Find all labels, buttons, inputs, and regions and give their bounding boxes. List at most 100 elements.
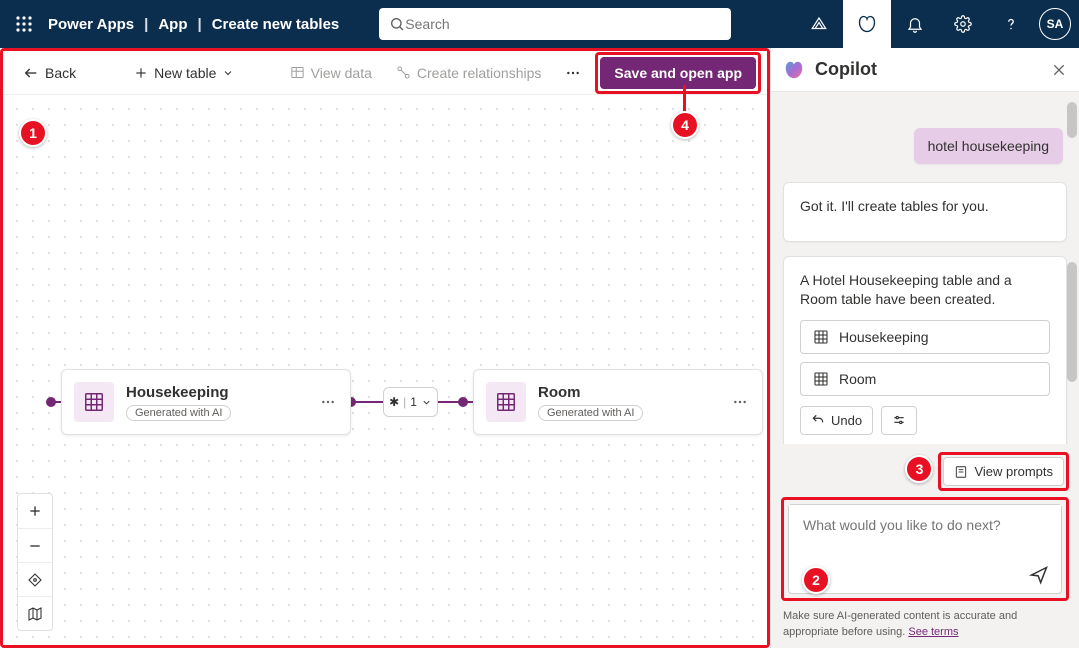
chip-label: Room [839, 371, 876, 387]
view-prompts-highlight: 3 View prompts [938, 452, 1069, 491]
copilot-logo-icon [783, 59, 805, 81]
plus-icon [27, 503, 43, 519]
undo-icon [811, 413, 825, 427]
ai-generated-badge: Generated with AI [538, 405, 643, 421]
save-and-open-app-button[interactable]: Save and open app [600, 57, 756, 89]
scrollbar[interactable] [1065, 92, 1079, 444]
table-card-room[interactable]: Room Generated with AI [473, 369, 763, 435]
bell-icon [906, 15, 924, 33]
prompt-input[interactable] [789, 505, 1061, 557]
callout-3: 3 [905, 455, 933, 483]
more-icon [732, 394, 748, 410]
grid-icon [495, 391, 517, 413]
canvas-area: 1 4 Back New table View data Create rela [0, 48, 770, 648]
table-card-more-button[interactable] [728, 390, 752, 414]
copilot-title: Copilot [815, 59, 1041, 80]
app-header: Power Apps | App | Create new tables SA [0, 0, 1079, 48]
grid-icon [813, 329, 829, 345]
create-relationships-button: Create relationships [386, 59, 552, 87]
suggested-table-room[interactable]: Room [800, 362, 1050, 396]
callout-4: 4 [671, 111, 699, 139]
search-icon [389, 16, 405, 32]
zoom-in-button[interactable] [18, 494, 52, 528]
relationship-pill[interactable]: ✱ | 1 [383, 387, 438, 417]
table-card-title: Housekeeping [126, 384, 304, 401]
copilot-toggle-button[interactable] [843, 0, 891, 48]
prompt-book-icon [954, 465, 968, 479]
user-avatar[interactable]: SA [1039, 8, 1071, 40]
environment-button[interactable] [795, 0, 843, 48]
undo-label: Undo [831, 413, 862, 428]
breadcrumb-app[interactable]: App [158, 16, 187, 33]
chevron-down-icon [222, 67, 234, 79]
copilot-footer: 3 View prompts 2 Make sure AI-genera [771, 444, 1079, 648]
more-icon [320, 394, 336, 410]
table-card-icon [486, 382, 526, 422]
save-open-highlight: Save and open app [595, 52, 761, 94]
send-button[interactable] [1017, 557, 1061, 593]
callout-1: 1 [19, 119, 47, 147]
view-data-label: View data [311, 65, 372, 81]
ai-disclaimer: Make sure AI-generated content is accura… [781, 607, 1069, 640]
disclaimer-text: Make sure AI-generated content is accura… [783, 610, 1017, 637]
create-rel-label: Create relationships [417, 65, 542, 81]
one-symbol: 1 [410, 395, 417, 409]
copilot-header: Copilot [771, 48, 1079, 92]
canvas-body[interactable]: Housekeeping Generated with AI ✱ | 1 [3, 95, 767, 645]
minimap-button[interactable] [18, 596, 52, 630]
many-symbol: ✱ [389, 395, 399, 409]
global-search[interactable] [379, 8, 731, 40]
waffle-icon [16, 16, 32, 32]
sliders-icon [892, 413, 906, 427]
help-icon [1002, 15, 1020, 33]
notifications-button[interactable] [891, 0, 939, 48]
table-card-more-button[interactable] [316, 390, 340, 414]
minus-icon [27, 538, 43, 554]
breadcrumb-page[interactable]: Create new tables [212, 16, 340, 33]
zoom-out-button[interactable] [18, 528, 52, 562]
grid-icon [813, 371, 829, 387]
arrow-left-icon [23, 65, 39, 81]
bot-message: Got it. I'll create tables for you. [783, 182, 1067, 242]
fit-view-button[interactable] [18, 562, 52, 596]
environment-icon [810, 15, 828, 33]
chevron-down-icon [421, 397, 432, 408]
undo-button[interactable]: Undo [800, 406, 873, 435]
breadcrumb-sep: | [144, 16, 148, 33]
scrollbar-thumb[interactable] [1067, 262, 1077, 382]
app-launcher-button[interactable] [0, 0, 48, 48]
plus-icon [134, 66, 148, 80]
copilot-icon [857, 14, 877, 34]
copilot-close-button[interactable] [1051, 62, 1067, 78]
table-card-icon [74, 382, 114, 422]
ai-generated-badge: Generated with AI [126, 405, 231, 421]
canvas-toolbar: Back New table View data Create relation… [3, 51, 767, 95]
help-button[interactable] [987, 0, 1035, 48]
search-input[interactable] [405, 16, 721, 32]
settings-button[interactable] [939, 0, 987, 48]
app-name[interactable]: Power Apps [48, 16, 134, 33]
more-actions-button[interactable] [555, 59, 591, 87]
close-icon [1051, 62, 1067, 78]
back-button[interactable]: Back [13, 59, 86, 87]
adjust-button[interactable] [881, 406, 917, 435]
back-label: Back [45, 65, 76, 81]
new-table-button[interactable]: New table [124, 59, 244, 87]
bot-message-text: Got it. I'll create tables for you. [800, 197, 1050, 217]
bot-message: A Hotel Housekeeping table and a Room ta… [783, 256, 1067, 445]
view-prompts-button[interactable]: View prompts [943, 457, 1064, 486]
relationship-endpoint-left [46, 397, 56, 407]
table-icon [290, 65, 305, 80]
suggested-table-housekeeping[interactable]: Housekeeping [800, 320, 1050, 354]
table-card-housekeeping[interactable]: Housekeeping Generated with AI [61, 369, 351, 435]
grid-icon [83, 391, 105, 413]
new-table-label: New table [154, 65, 216, 81]
view-prompts-label: View prompts [974, 464, 1053, 479]
copilot-conversation[interactable]: hotel housekeeping Got it. I'll create t… [771, 92, 1079, 444]
relationship-endpoint-mid2 [458, 397, 468, 407]
chip-label: Housekeeping [839, 329, 929, 345]
node-layer: Housekeeping Generated with AI ✱ | 1 [3, 95, 767, 645]
scrollbar-thumb[interactable] [1067, 102, 1077, 138]
gear-icon [954, 15, 972, 33]
see-terms-link[interactable]: See terms [908, 626, 958, 638]
